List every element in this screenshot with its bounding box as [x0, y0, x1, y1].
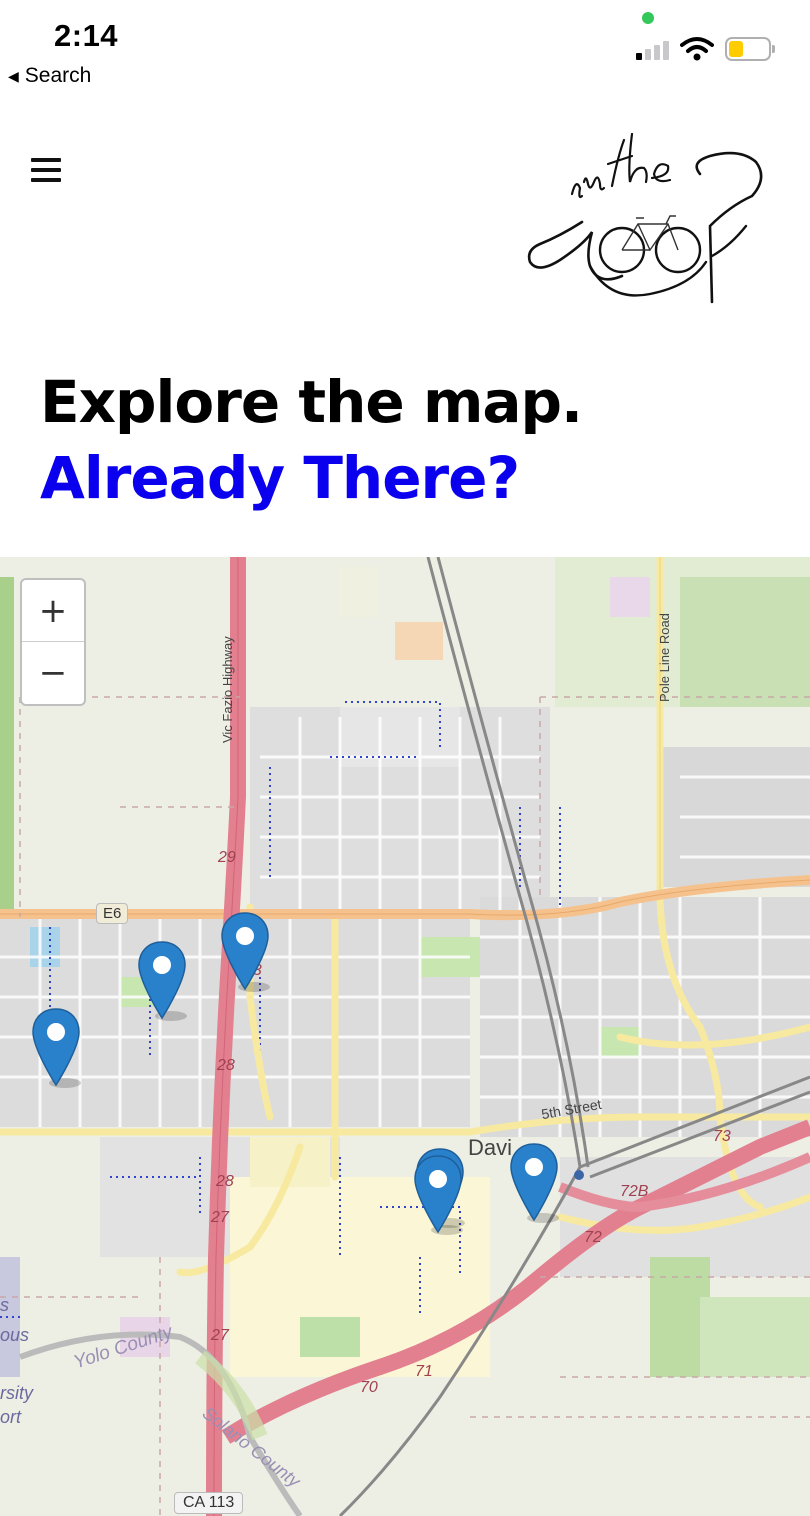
wifi-icon [680, 37, 714, 61]
map-label-exit-72: 72 [584, 1229, 602, 1246]
map-label-exit-70: 70 [360, 1379, 378, 1396]
map-label-exit-73: 73 [713, 1128, 731, 1145]
back-label: Search [24, 64, 92, 87]
cellular-signal-icon [636, 38, 669, 60]
already-there-link[interactable]: Already There? [40, 444, 520, 512]
map-label-pole-line-road: Pole Line Road [657, 613, 672, 702]
map-label-edge-ort: ort [0, 1407, 22, 1427]
map-marker-pin-icon[interactable] [413, 1154, 463, 1236]
map-tiles[interactable] [0, 557, 810, 1516]
hamburger-icon[interactable] [31, 158, 61, 184]
map-label-e6-shield: E6 [96, 903, 129, 924]
in-the-loop-logo[interactable] [520, 126, 770, 306]
map-label-exit-72b: 72B [620, 1183, 649, 1200]
page-headline: Explore the map. [40, 368, 583, 436]
status-bar: 2:14 ◀ Search [0, 0, 810, 100]
triangle-left-icon: ◀ [8, 67, 19, 84]
map-label-exit-27b: 27 [211, 1327, 229, 1344]
map-label-edge-s: s [0, 1295, 9, 1315]
map-label-vic-fazio-highway: Vic Fazio Highway [220, 636, 235, 743]
map-label-davis: Davi [468, 1135, 513, 1160]
zoom-out-button[interactable]: − [22, 642, 84, 704]
map-marker-pin-icon[interactable] [220, 911, 270, 993]
map-label-exit-28a: 28 [217, 1057, 235, 1074]
map-marker-pin-icon[interactable] [137, 940, 187, 1022]
privacy-indicator-dot [642, 12, 654, 24]
map-view[interactable]: Vic Fazio Highway Pole Line Road E6 5th … [0, 557, 810, 1516]
map-label-exit-28b: 28 [216, 1173, 234, 1190]
map-marker-pin-icon[interactable] [31, 1007, 81, 1089]
map-marker-pin-icon[interactable] [509, 1142, 559, 1224]
zoom-in-button[interactable]: + [22, 580, 84, 642]
map-label-exit-71: 71 [415, 1363, 433, 1380]
status-time: 2:14 [54, 18, 119, 53]
battery-icon [725, 37, 775, 61]
map-label-edge-rsity: rsity [0, 1383, 33, 1403]
zoom-control: + − [20, 578, 86, 706]
back-to-search-link[interactable]: ◀ Search [8, 64, 91, 88]
map-label-exit-29: 29 [218, 849, 236, 866]
map-label-ca113-shield: CA 113 [174, 1492, 244, 1514]
map-label-edge-ous: ous [0, 1325, 30, 1345]
map-label-exit-27a: 27 [211, 1209, 229, 1226]
